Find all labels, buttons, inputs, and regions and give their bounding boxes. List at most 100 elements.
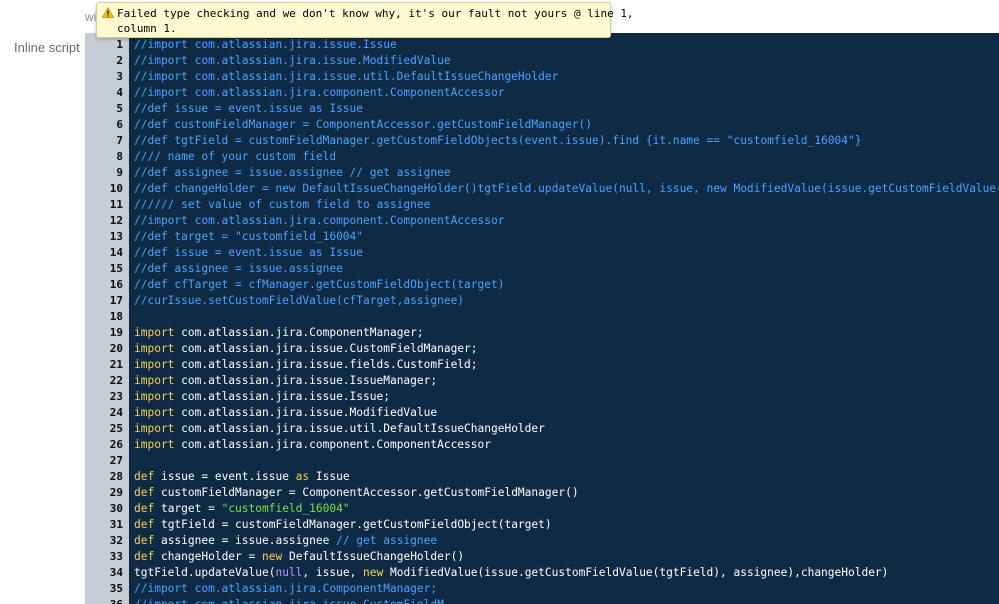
code-lines[interactable]: 1 //import com.atlassian.jira.issue.Issue…: [85, 37, 999, 604]
line-number: 25: [109, 422, 123, 435]
code-text[interactable]: import com.atlassian.jira.issue.fields.C…: [134, 357, 478, 373]
code-text[interactable]: import com.atlassian.jira.issue.IssueMan…: [134, 373, 437, 389]
code-line[interactable]: 12 //import com.atlassian.jira.component.…: [85, 213, 999, 229]
code-text[interactable]: //def issue = event.issue as Issue: [134, 101, 363, 117]
code-token: issue = event.issue: [154, 470, 296, 483]
code-text[interactable]: //def assignee = issue.assignee: [134, 261, 343, 277]
line-number: 16: [109, 278, 123, 291]
line-number: 15: [109, 262, 123, 275]
code-line[interactable]: 23 import com.atlassian.jira.issue.Issue;: [85, 389, 999, 405]
line-number: 1: [116, 38, 123, 51]
code-text[interactable]: //import com.atlassian.jira.ComponentMan…: [134, 581, 437, 597]
code-text[interactable]: import com.atlassian.jira.ComponentManag…: [134, 325, 424, 341]
code-text[interactable]: //import com.atlassian.jira.component.Co…: [134, 85, 504, 101]
code-text[interactable]: //// name of your custom field: [134, 149, 336, 165]
code-line[interactable]: 14 //def issue = event.issue as Issue: [85, 245, 999, 261]
code-token: com.atlassian.jira.issue.util.DefaultIss…: [174, 422, 545, 435]
code-line[interactable]: 15 //def assignee = issue.assignee: [85, 261, 999, 277]
code-line[interactable]: 13 //def target = "customfield_16004": [85, 229, 999, 245]
code-text[interactable]: def changeHolder = new DefaultIssueChang…: [134, 549, 464, 565]
code-token: //import com.atlassian.jira.issue.Custom…: [134, 598, 444, 604]
code-token: import: [134, 342, 175, 355]
line-number: 32: [109, 534, 123, 547]
code-text[interactable]: def target = "customfield_16004": [134, 501, 350, 517]
code-line[interactable]: 16 //def cfTarget = cfManager.getCustomFi…: [85, 277, 999, 293]
code-text[interactable]: import com.atlassian.jira.component.Comp…: [134, 437, 491, 453]
code-text[interactable]: //import com.atlassian.jira.issue.util.D…: [134, 69, 558, 85]
inline-script-label: Inline script: [14, 40, 80, 55]
code-text[interactable]: //def tgtField = customFieldManager.getC…: [134, 133, 861, 149]
code-line[interactable]: 36 //import com.atlassian.jira.issue.Cust…: [85, 597, 999, 604]
code-line[interactable]: 31 def tgtField = customFieldManager.getC…: [85, 517, 999, 533]
code-line[interactable]: 27: [85, 453, 999, 469]
code-text[interactable]: //def cfTarget = cfManager.getCustomFiel…: [134, 277, 504, 293]
code-line[interactable]: 25 import com.atlassian.jira.issue.util.D…: [85, 421, 999, 437]
code-token: def: [134, 502, 155, 515]
warning-icon: [102, 7, 114, 18]
line-number: 8: [116, 150, 123, 163]
code-line[interactable]: 11 ////// set value of custom field to as…: [85, 197, 999, 213]
code-line[interactable]: 19 import com.atlassian.jira.ComponentMan…: [85, 325, 999, 341]
code-text[interactable]: //def changeHolder = new DefaultIssueCha…: [134, 181, 999, 197]
code-token: def: [134, 534, 155, 547]
code-line[interactable]: 32 def assignee = issue.assignee // get a…: [85, 533, 999, 549]
code-text[interactable]: //import com.atlassian.jira.component.Co…: [134, 213, 504, 229]
code-line[interactable]: 24 import com.atlassian.jira.issue.Modifi…: [85, 405, 999, 421]
code-line[interactable]: 3 //import com.atlassian.jira.issue.util.…: [85, 69, 999, 85]
code-text[interactable]: def tgtField = customFieldManager.getCus…: [134, 517, 552, 533]
code-token: new: [262, 550, 283, 563]
code-text[interactable]: //def assignee = issue.assignee // get a…: [134, 165, 451, 181]
line-number: 24: [109, 406, 123, 419]
code-line[interactable]: 9 //def assignee = issue.assignee // get …: [85, 165, 999, 181]
code-line[interactable]: 5 //def issue = event.issue as Issue: [85, 101, 999, 117]
code-line[interactable]: 8 //// name of your custom field: [85, 149, 999, 165]
code-text[interactable]: import com.atlassian.jira.issue.Issue;: [134, 389, 390, 405]
code-text[interactable]: def customFieldManager = ComponentAccess…: [134, 485, 579, 501]
code-token: def: [134, 470, 155, 483]
line-number: 4: [116, 86, 123, 99]
code-line[interactable]: 4 //import com.atlassian.jira.component.C…: [85, 85, 999, 101]
code-line[interactable]: 7 //def tgtField = customFieldManager.get…: [85, 133, 999, 149]
line-number: 27: [109, 454, 123, 467]
code-text[interactable]: //import com.atlassian.jira.issue.Issue: [134, 37, 397, 53]
code-text[interactable]: def issue = event.issue as Issue: [134, 469, 350, 485]
tooltip-message-line-1: Failed type checking and we don't know w…: [117, 7, 634, 20]
code-text[interactable]: //def target = "customfield_16004": [134, 229, 363, 245]
code-line[interactable]: 2 //import com.atlassian.jira.issue.Modif…: [85, 53, 999, 69]
code-editor[interactable]: 1 //import com.atlassian.jira.issue.Issue…: [85, 33, 999, 604]
code-token: import: [134, 422, 175, 435]
code-text[interactable]: //def issue = event.issue as Issue: [134, 245, 363, 261]
code-line[interactable]: 18: [85, 309, 999, 325]
code-line[interactable]: 22 import com.atlassian.jira.issue.IssueM…: [85, 373, 999, 389]
line-number: 34: [109, 566, 123, 579]
code-line[interactable]: 1 //import com.atlassian.jira.issue.Issue: [85, 37, 999, 53]
code-line[interactable]: 10 //def changeHolder = new DefaultIssueC…: [85, 181, 999, 197]
code-text[interactable]: tgtField.updateValue(null, issue, new Mo…: [134, 565, 888, 581]
code-text[interactable]: def assignee = issue.assignee // get ass…: [134, 533, 437, 549]
code-text[interactable]: import com.atlassian.jira.issue.Modified…: [134, 405, 437, 421]
code-text[interactable]: //import com.atlassian.jira.issue.Modifi…: [134, 53, 451, 69]
code-text[interactable]: //curIssue.setCustomFieldValue(cfTarget,…: [134, 293, 464, 309]
code-text[interactable]: //import com.atlassian.jira.issue.Custom…: [134, 597, 444, 604]
code-line[interactable]: 35 //import com.atlassian.jira.ComponentM…: [85, 581, 999, 597]
code-line[interactable]: 6 //def customFieldManager = ComponentAcc…: [85, 117, 999, 133]
code-token: //def target = "customfield_16004": [134, 230, 364, 243]
code-token: import: [134, 390, 175, 403]
code-token: com.atlassian.jira.ComponentManager;: [174, 326, 424, 339]
code-line[interactable]: 26 import com.atlassian.jira.component.Co…: [85, 437, 999, 453]
code-line[interactable]: 20 import com.atlassian.jira.issue.Custom…: [85, 341, 999, 357]
code-line[interactable]: 28 def issue = event.issue as Issue: [85, 469, 999, 485]
code-line[interactable]: 34 tgtField.updateValue(null, issue, new …: [85, 565, 999, 581]
code-text[interactable]: import com.atlassian.jira.issue.util.Def…: [134, 421, 545, 437]
code-line[interactable]: 17 //curIssue.setCustomFieldValue(cfTarge…: [85, 293, 999, 309]
code-line[interactable]: 30 def target = "customfield_16004": [85, 501, 999, 517]
code-line[interactable]: 33 def changeHolder = new DefaultIssueCha…: [85, 549, 999, 565]
code-line[interactable]: 21 import com.atlassian.jira.issue.fields…: [85, 357, 999, 373]
code-token: //// name of your custom field: [134, 150, 337, 163]
code-text[interactable]: import com.atlassian.jira.issue.CustomFi…: [134, 341, 478, 357]
line-number: 14: [109, 246, 123, 259]
code-text[interactable]: ////// set value of custom field to assi…: [134, 197, 430, 213]
code-token: //curIssue.setCustomFieldValue(cfTarget,…: [134, 294, 465, 307]
code-text[interactable]: //def customFieldManager = ComponentAcce…: [134, 117, 592, 133]
code-line[interactable]: 29 def customFieldManager = ComponentAcce…: [85, 485, 999, 501]
